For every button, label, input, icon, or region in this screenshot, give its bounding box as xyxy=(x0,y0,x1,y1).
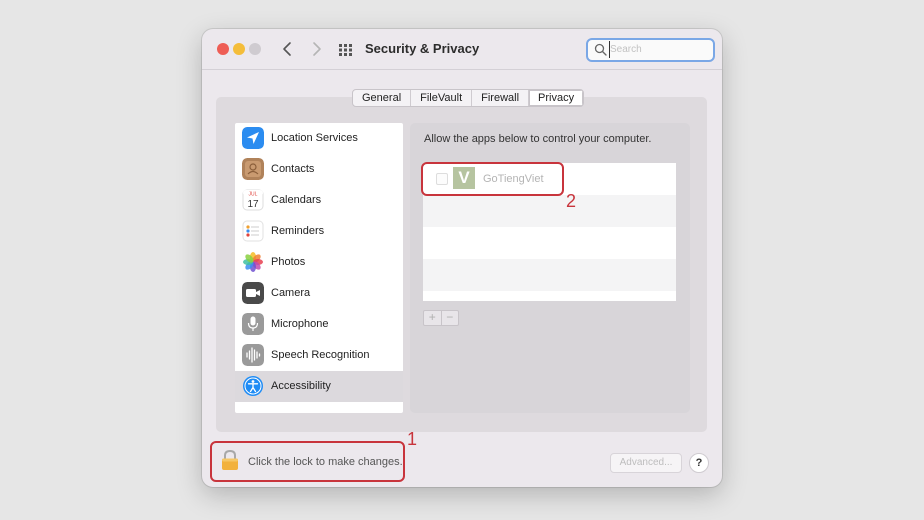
add-app-button[interactable]: + xyxy=(424,311,442,325)
tab-firewall[interactable]: Firewall xyxy=(472,90,530,106)
sidebar-item-label: Location Services xyxy=(271,132,358,144)
sidebar-item-label: Reminders xyxy=(271,225,325,237)
sidebar-item-calendars[interactable]: JUL 17 Calendars xyxy=(235,185,403,216)
grid-icon xyxy=(339,44,352,56)
sidebar-item-label: Calendars xyxy=(271,194,322,206)
accessibility-icon xyxy=(243,376,263,396)
security-privacy-window: Security & Privacy General FileVault Fir… xyxy=(202,29,722,487)
chevron-left-icon xyxy=(283,42,291,56)
sidebar-item-reminders[interactable]: Reminders xyxy=(235,216,403,247)
empty-list-row xyxy=(423,195,676,227)
sidebar-item-accessibility[interactable]: Accessibility xyxy=(235,371,403,402)
sidebar-item-label: Contacts xyxy=(271,163,315,175)
sidebar-item-label: Photos xyxy=(271,256,306,268)
annotation-number-2: 2 xyxy=(566,191,577,211)
forward-button[interactable] xyxy=(306,39,326,59)
calendar-icon: JUL 17 xyxy=(242,189,264,211)
sidebar-item-location-services[interactable]: Location Services xyxy=(235,123,403,154)
search-input[interactable] xyxy=(609,41,708,58)
photos-icon xyxy=(243,252,263,272)
sidebar-item-camera[interactable]: Camera xyxy=(235,278,403,309)
calendar-icon-month: JUL xyxy=(249,192,258,198)
annotation-number-1: 1 xyxy=(407,429,418,449)
sidebar-item-label: Speech Recognition xyxy=(271,349,370,361)
show-all-grid-button[interactable] xyxy=(339,43,353,56)
location-arrow-icon xyxy=(242,127,264,149)
sidebar-item-label: Microphone xyxy=(271,318,329,330)
minimize-window-button[interactable] xyxy=(233,43,245,55)
chevron-right-icon xyxy=(313,42,321,56)
help-button[interactable]: ? xyxy=(689,453,709,473)
contacts-icon xyxy=(242,158,264,180)
sidebar-item-contacts[interactable]: Contacts xyxy=(235,154,403,185)
sidebar-item-label: Accessibility xyxy=(271,380,331,392)
camera-icon xyxy=(242,282,264,304)
annotation-box-2 xyxy=(421,162,564,196)
back-button[interactable] xyxy=(278,39,298,59)
privacy-categories-list: Location Services Contacts JUL 17 Calend… xyxy=(235,123,403,413)
tab-privacy[interactable]: Privacy xyxy=(529,90,584,106)
sidebar-item-speech-recognition[interactable]: Speech Recognition xyxy=(235,340,403,371)
sidebar-item-microphone[interactable]: Microphone xyxy=(235,309,403,340)
search-field[interactable] xyxy=(586,38,715,62)
empty-list-row xyxy=(423,259,676,291)
title-bar: Security & Privacy xyxy=(202,29,722,70)
microphone-icon xyxy=(242,313,264,335)
reminders-icon xyxy=(242,220,264,242)
tab-filevault[interactable]: FileVault xyxy=(411,90,473,106)
calendar-icon-day: 17 xyxy=(247,199,259,210)
sidebar-item-photos[interactable]: Photos xyxy=(235,247,403,278)
add-remove-control: + − xyxy=(423,310,459,326)
remove-app-button[interactable]: − xyxy=(442,311,459,325)
tab-bar: General FileVault Firewall Privacy xyxy=(352,89,585,107)
search-icon xyxy=(594,43,607,56)
annotation-box-1 xyxy=(210,441,405,482)
sidebar-item-label: Camera xyxy=(271,287,311,299)
tab-general[interactable]: General xyxy=(353,90,412,106)
close-window-button[interactable] xyxy=(217,43,229,55)
allow-apps-description: Allow the apps below to control your com… xyxy=(424,133,652,145)
waveform-icon xyxy=(242,344,264,366)
advanced-button[interactable]: Advanced... xyxy=(610,453,682,473)
zoom-window-button[interactable] xyxy=(249,43,261,55)
empty-list-row xyxy=(423,227,676,259)
window-title: Security & Privacy xyxy=(365,41,480,56)
